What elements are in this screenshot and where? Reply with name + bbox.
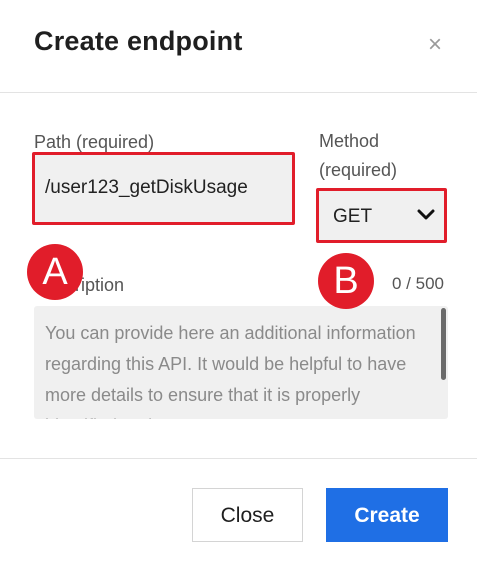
method-label: Method (required): [319, 131, 398, 180]
create-button[interactable]: Create: [326, 488, 448, 542]
dialog-title: Create endpoint: [34, 26, 243, 56]
dialog-header: Create endpoint ×: [0, 0, 477, 93]
close-button[interactable]: Close: [192, 488, 303, 542]
path-input[interactable]: /user123_getDiskUsage: [32, 152, 295, 225]
path-input-value: /user123_getDiskUsage: [45, 177, 248, 198]
method-select[interactable]: GET: [316, 188, 447, 243]
description-scrollbar[interactable]: [441, 308, 446, 380]
description-char-counter: 0 / 500: [392, 274, 444, 293]
dialog-footer: Close Create: [0, 458, 477, 564]
description-placeholder: You can provide here an additional infor…: [45, 323, 416, 419]
create-endpoint-dialog: Create endpoint × Path (required) /user1…: [0, 0, 477, 564]
description-textarea[interactable]: You can provide here an additional infor…: [34, 306, 448, 419]
chevron-down-icon: [417, 209, 435, 220]
path-label: Path (required): [34, 132, 155, 152]
close-icon[interactable]: ×: [424, 30, 446, 60]
annotation-marker-a: A: [27, 244, 83, 300]
method-selected-value: GET: [333, 206, 373, 227]
annotation-marker-b: B: [318, 253, 374, 309]
